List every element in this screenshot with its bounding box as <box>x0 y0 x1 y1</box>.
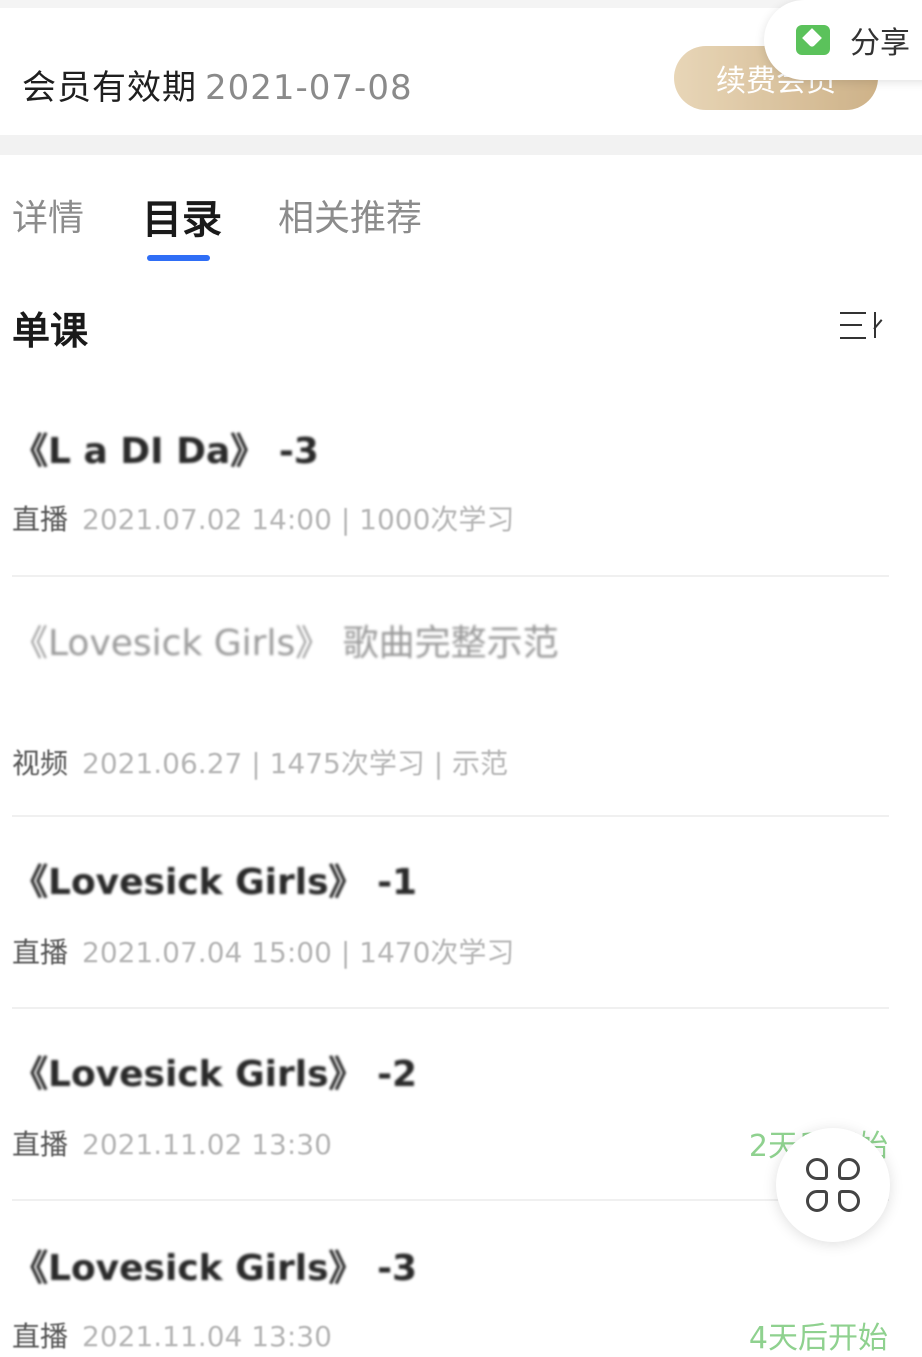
divider <box>12 575 889 577</box>
tab-catalog[interactable]: 目录 <box>142 187 222 245</box>
clover-menu-icon <box>806 1158 860 1212</box>
lesson-type: 直播 <box>12 1128 69 1161</box>
lesson-type: 视频 <box>12 747 69 780</box>
lesson-meta: 直播 2021.07.02 14:00 | 1000次学习 <box>12 498 514 538</box>
lesson-meta-value: 2021.11.02 13:30 <box>82 1128 332 1161</box>
lesson-status: 4天后开始 <box>748 1321 888 1356</box>
lesson-meta-value: 2021.07.02 14:00 | 1000次学习 <box>82 503 515 536</box>
lesson-meta: 直播 2021.07.04 15:00 | 1470次学习 <box>12 931 514 971</box>
sort-icon[interactable] <box>840 310 886 342</box>
lesson-title: 《Lovesick Girls》 -3 <box>12 1248 418 1289</box>
lesson-meta-value: 2021.07.04 15:00 | 1470次学习 <box>82 936 515 969</box>
lesson-title: 《Lovesick Girls》 -2 <box>12 1054 418 1095</box>
active-tab-indicator <box>147 255 210 261</box>
lesson-meta: 直播 2021.11.04 13:30 <box>12 1315 332 1355</box>
tab-details[interactable]: 详情 <box>12 189 84 241</box>
section-title: 单课 <box>12 309 89 353</box>
section-gap <box>0 135 922 155</box>
lesson-meta: 直播 2021.11.02 13:30 <box>12 1123 332 1163</box>
lesson-meta-value: 2021.11.04 13:30 <box>82 1320 332 1353</box>
lesson-title: 《L a DI Da》 -3 <box>12 431 319 472</box>
membership-expiry-date: 2021-07-08 <box>205 68 413 108</box>
share-label: 分享 <box>850 26 910 61</box>
lesson-type: 直播 <box>12 503 69 536</box>
lesson-type: 直播 <box>12 936 69 969</box>
lesson-meta: 视频 2021.06.27 | 1475次学习 | 示范 <box>12 742 508 782</box>
share-heart-icon <box>796 25 830 55</box>
divider <box>12 815 889 817</box>
lesson-title: 《Lovesick Girls》 -1 <box>12 862 418 903</box>
lesson-title: 《Lovesick Girls》 歌曲完整示范 <box>12 623 559 664</box>
floating-menu-button[interactable] <box>776 1128 890 1242</box>
tab-bar: 详情 目录 相关推荐 <box>0 155 922 265</box>
membership-label-text: 会员有效期 <box>22 68 197 108</box>
lesson-meta-value: 2021.06.27 | 1475次学习 | 示范 <box>82 747 509 780</box>
share-button[interactable]: 分享 <box>764 0 922 80</box>
tab-recommendations[interactable]: 相关推荐 <box>278 189 422 241</box>
divider <box>12 1007 889 1009</box>
lesson-type: 直播 <box>12 1320 69 1353</box>
membership-label: 会员有效期 2021-07-08 <box>22 60 413 109</box>
divider <box>12 1199 889 1201</box>
